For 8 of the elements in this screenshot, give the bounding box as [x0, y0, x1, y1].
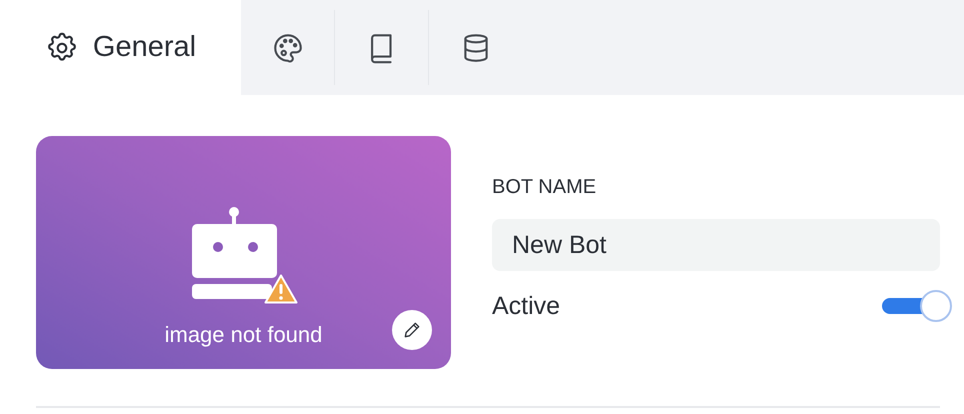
active-toggle[interactable] [882, 289, 954, 323]
edit-button[interactable] [392, 310, 432, 350]
toggle-label: Active [492, 292, 560, 320]
tab[interactable]: General [0, 0, 241, 95]
name-input-field[interactable]: New Bot [492, 219, 940, 271]
field-label: BOT NAME [492, 176, 598, 199]
image-caption: image not found [164, 322, 322, 348]
pencil-icon [402, 320, 422, 340]
